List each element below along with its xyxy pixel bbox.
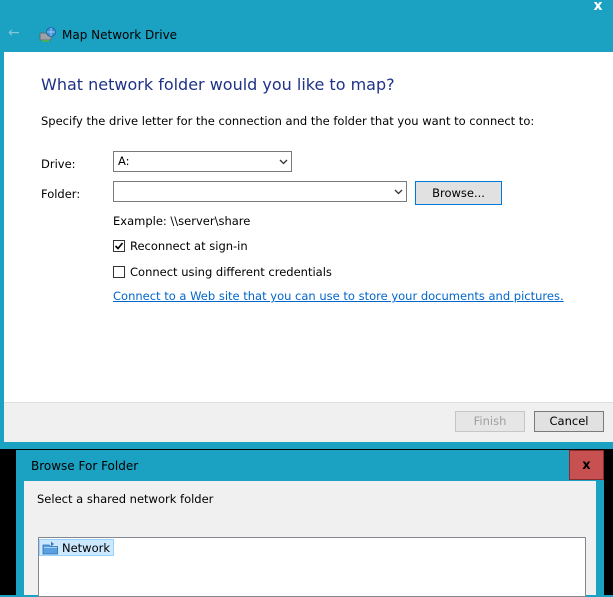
example-text: Example: \\server\share	[113, 214, 251, 228]
drive-select[interactable]: A:	[113, 151, 292, 172]
reconnect-checkbox[interactable]	[113, 240, 125, 252]
browse-dialog-body: Select a shared network folder Network	[24, 481, 596, 597]
different-credentials-checkbox[interactable]	[113, 266, 125, 278]
finish-button[interactable]: Finish	[455, 411, 525, 432]
drive-label: Drive:	[41, 157, 76, 171]
map-network-drive-window: ← Map Network Drive x What network folde…	[0, 0, 613, 443]
browse-for-folder-window: Browse For Folder x Select a shared netw…	[16, 450, 604, 597]
browse-dialog-title: Browse For Folder	[31, 459, 139, 473]
close-icon: x	[582, 458, 591, 473]
folder-label: Folder:	[41, 187, 81, 201]
drive-value: A:	[118, 154, 130, 168]
close-button[interactable]: x	[569, 450, 604, 480]
chevron-down-icon[interactable]	[394, 187, 403, 196]
network-icon	[42, 541, 58, 554]
web-site-link[interactable]: Connect to a Web site that you can use t…	[113, 289, 560, 303]
checkmark-icon	[114, 242, 124, 250]
cancel-button[interactable]: Cancel	[534, 411, 604, 432]
dialog-body: What network folder would you like to ma…	[4, 52, 613, 402]
link-period: .	[559, 289, 564, 303]
web-site-link-row: Connect to a Web site that you can use t…	[113, 289, 564, 303]
dialog-footer: Finish Cancel	[4, 402, 613, 442]
tree-item-network[interactable]: Network	[39, 539, 115, 556]
close-icon[interactable]: x	[583, 0, 613, 20]
browse-instruction: Select a shared network folder	[37, 492, 214, 506]
tree-item-label: Network	[62, 540, 111, 555]
folder-combobox[interactable]	[113, 181, 407, 202]
browse-button[interactable]: Browse...	[415, 181, 502, 205]
page-title: What network folder would you like to ma…	[41, 75, 395, 94]
different-credentials-label: Connect using different credentials	[130, 265, 332, 279]
title-bar: ← Map Network Drive x	[0, 0, 613, 52]
back-arrow-icon[interactable]: ←	[8, 26, 20, 40]
chevron-down-icon	[279, 159, 288, 165]
network-drive-icon	[39, 27, 56, 42]
reconnect-label: Reconnect at sign-in	[130, 239, 248, 253]
instruction-text: Specify the drive letter for the connect…	[41, 114, 535, 128]
window-title: Map Network Drive	[62, 28, 178, 42]
folder-tree[interactable]: Network	[38, 537, 586, 597]
